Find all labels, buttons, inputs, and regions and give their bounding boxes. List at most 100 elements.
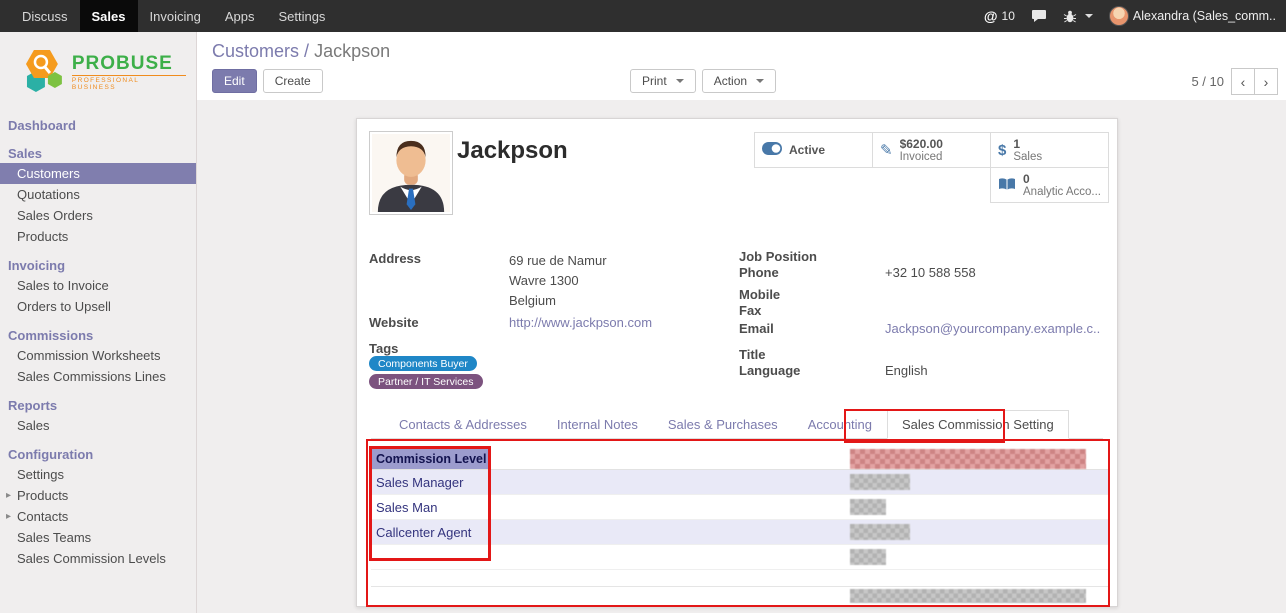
sidebar-item-config-products[interactable]: ▸Products	[0, 485, 196, 506]
column-header-commission-level[interactable]: Commission Level	[371, 448, 491, 469]
print-button[interactable]: Print	[630, 69, 696, 93]
control-panel: Customers / Jackpson Edit Create Print A…	[197, 32, 1286, 100]
action-button[interactable]: Action	[702, 69, 776, 93]
company-logo[interactable]: PROBUSE PROFESSIONAL BUSINESS	[0, 32, 196, 108]
active-stat-button[interactable]: Active	[754, 132, 873, 168]
sidebar-item-sales-to-invoice[interactable]: Sales to Invoice	[0, 275, 196, 296]
redacted-cell	[850, 549, 886, 565]
table-footer-row	[371, 587, 1109, 604]
sidebar-item-config-contacts[interactable]: ▸Contacts	[0, 506, 196, 527]
breadcrumb-separator: /	[304, 41, 309, 61]
email-field: EmailJackpson@yourcompany.example.c..	[739, 321, 1100, 336]
tab-internal-notes[interactable]: Internal Notes	[542, 410, 653, 439]
stat-value: $620.00	[900, 137, 943, 151]
table-row-empty	[371, 570, 1109, 587]
sidebar-item-sales-orders[interactable]: Sales Orders	[0, 205, 196, 226]
menu-sales[interactable]: Sales	[80, 0, 138, 32]
sidebar-item-settings[interactable]: Settings	[0, 464, 196, 485]
tab-contacts-addresses[interactable]: Contacts & Addresses	[384, 410, 542, 439]
phone-label: Phone	[739, 265, 885, 280]
menu-discuss[interactable]: Discuss	[10, 0, 80, 32]
book-icon	[998, 177, 1016, 194]
topbar-right: @ 10 Alexandra (Sales_comm..	[984, 6, 1286, 26]
mention-icon: @	[984, 8, 998, 24]
sidebar-heading-invoicing[interactable]: Invoicing	[0, 256, 196, 275]
stat-button-box: Active ✎ $620.00 Invoiced $ 1 Sales	[751, 133, 1109, 203]
tags-label: Tags	[369, 341, 509, 356]
sidebar-item-quotations[interactable]: Quotations	[0, 184, 196, 205]
table-row-callcenter-agent[interactable]: Callcenter Agent	[371, 520, 1109, 545]
record-avatar	[369, 131, 453, 215]
redacted-cell	[850, 524, 910, 540]
sidebar-item-sales-commission-levels[interactable]: Sales Commission Levels	[0, 548, 196, 569]
tab-sales-commission-setting[interactable]: Sales Commission Setting	[887, 410, 1069, 439]
phone-field: Phone+32 10 588 558	[739, 265, 976, 280]
sidebar-item-products[interactable]: Products	[0, 226, 196, 247]
breadcrumb-current: Jackpson	[314, 41, 390, 61]
language-field: LanguageEnglish	[739, 363, 928, 378]
sidebar-heading-reports[interactable]: Reports	[0, 396, 196, 415]
sidebar-heading-configuration[interactable]: Configuration	[0, 445, 196, 464]
invoiced-stat-button[interactable]: ✎ $620.00 Invoiced	[872, 132, 991, 168]
table-row-sales-man[interactable]: Sales Man	[371, 495, 1109, 520]
stat-label: Analytic Acco...	[1023, 186, 1101, 198]
title-label: Title	[739, 347, 885, 362]
record-title: Jackpson	[457, 137, 568, 165]
expand-icon[interactable]: ▸	[6, 488, 11, 503]
tab-accounting[interactable]: Accounting	[793, 410, 887, 439]
logo-subtitle: PROFESSIONAL BUSINESS	[72, 75, 186, 91]
redacted-cell	[850, 474, 910, 490]
email-link[interactable]: Jackpson@yourcompany.example.c..	[885, 321, 1100, 336]
notebook-tabs: Contacts & Addresses Internal Notes Sale…	[371, 411, 1103, 439]
sidebar-heading-dashboard[interactable]: Dashboard	[0, 116, 196, 135]
menu-settings[interactable]: Settings	[266, 0, 337, 32]
job-position-label: Job Position	[739, 249, 885, 264]
address-line: Wavre 1300	[509, 271, 607, 291]
title-field: Title	[739, 347, 885, 362]
form-buttons: Edit Create	[212, 69, 323, 93]
pager-previous-button[interactable]: ‹	[1231, 68, 1255, 95]
menu-apps[interactable]: Apps	[213, 0, 267, 32]
table-header-row: Commission Level	[371, 448, 1109, 470]
analytic-accounts-stat-button[interactable]: 0 Analytic Acco...	[990, 167, 1109, 203]
breadcrumb-customers[interactable]: Customers	[212, 41, 299, 61]
commission-level-cell: Sales Man	[371, 500, 491, 515]
mentions-button[interactable]: @ 10	[984, 8, 1015, 24]
avatar	[1109, 6, 1129, 26]
breadcrumb: Customers / Jackpson	[212, 41, 390, 62]
fax-field: Fax	[739, 303, 885, 318]
edit-button[interactable]: Edit	[212, 69, 257, 93]
sidebar-heading-commissions[interactable]: Commissions	[0, 326, 196, 345]
sidebar-item-reports-sales[interactable]: Sales	[0, 415, 196, 436]
sidebar-item-customers[interactable]: Customers	[0, 163, 196, 184]
content-area: Jackpson Active ✎ $620.00 Invoiced	[197, 100, 1286, 613]
create-button[interactable]: Create	[263, 69, 323, 93]
address-line: Belgium	[509, 291, 607, 311]
expand-icon[interactable]: ▸	[6, 509, 11, 524]
user-menu[interactable]: Alexandra (Sales_comm..	[1109, 6, 1276, 26]
chevron-down-icon	[1085, 14, 1093, 18]
sidebar-item-sales-teams[interactable]: Sales Teams	[0, 527, 196, 548]
pager-next-button[interactable]: ›	[1254, 68, 1278, 95]
table-row-empty[interactable]	[371, 545, 1109, 570]
action-label: Action	[714, 74, 747, 88]
sidebar-item-orders-to-upsell[interactable]: Orders to Upsell	[0, 296, 196, 317]
sidebar-item-commission-worksheets[interactable]: Commission Worksheets	[0, 345, 196, 366]
bug-icon[interactable]	[1063, 10, 1093, 23]
mobile-field: Mobile	[739, 287, 885, 302]
sidebar-item-sales-commissions-lines[interactable]: Sales Commissions Lines	[0, 366, 196, 387]
mobile-label: Mobile	[739, 287, 885, 302]
chat-icon[interactable]	[1031, 9, 1047, 23]
website-field: Websitehttp://www.jackpson.com	[369, 315, 652, 330]
commission-level-cell: Callcenter Agent	[371, 525, 491, 540]
tab-sales-purchases[interactable]: Sales & Purchases	[653, 410, 793, 439]
user-name: Alexandra (Sales_comm..	[1133, 9, 1276, 23]
action-buttons: Print Action	[630, 69, 776, 93]
sales-stat-button[interactable]: $ 1 Sales	[990, 132, 1109, 168]
table-row-sales-manager[interactable]: Sales Manager	[371, 470, 1109, 495]
sidebar-heading-sales[interactable]: Sales	[0, 144, 196, 163]
logo-title: PROBUSE	[72, 54, 186, 73]
menu-invoicing[interactable]: Invoicing	[138, 0, 213, 32]
tag-badge: Components Buyer	[369, 356, 477, 371]
website-link[interactable]: http://www.jackpson.com	[509, 315, 652, 330]
